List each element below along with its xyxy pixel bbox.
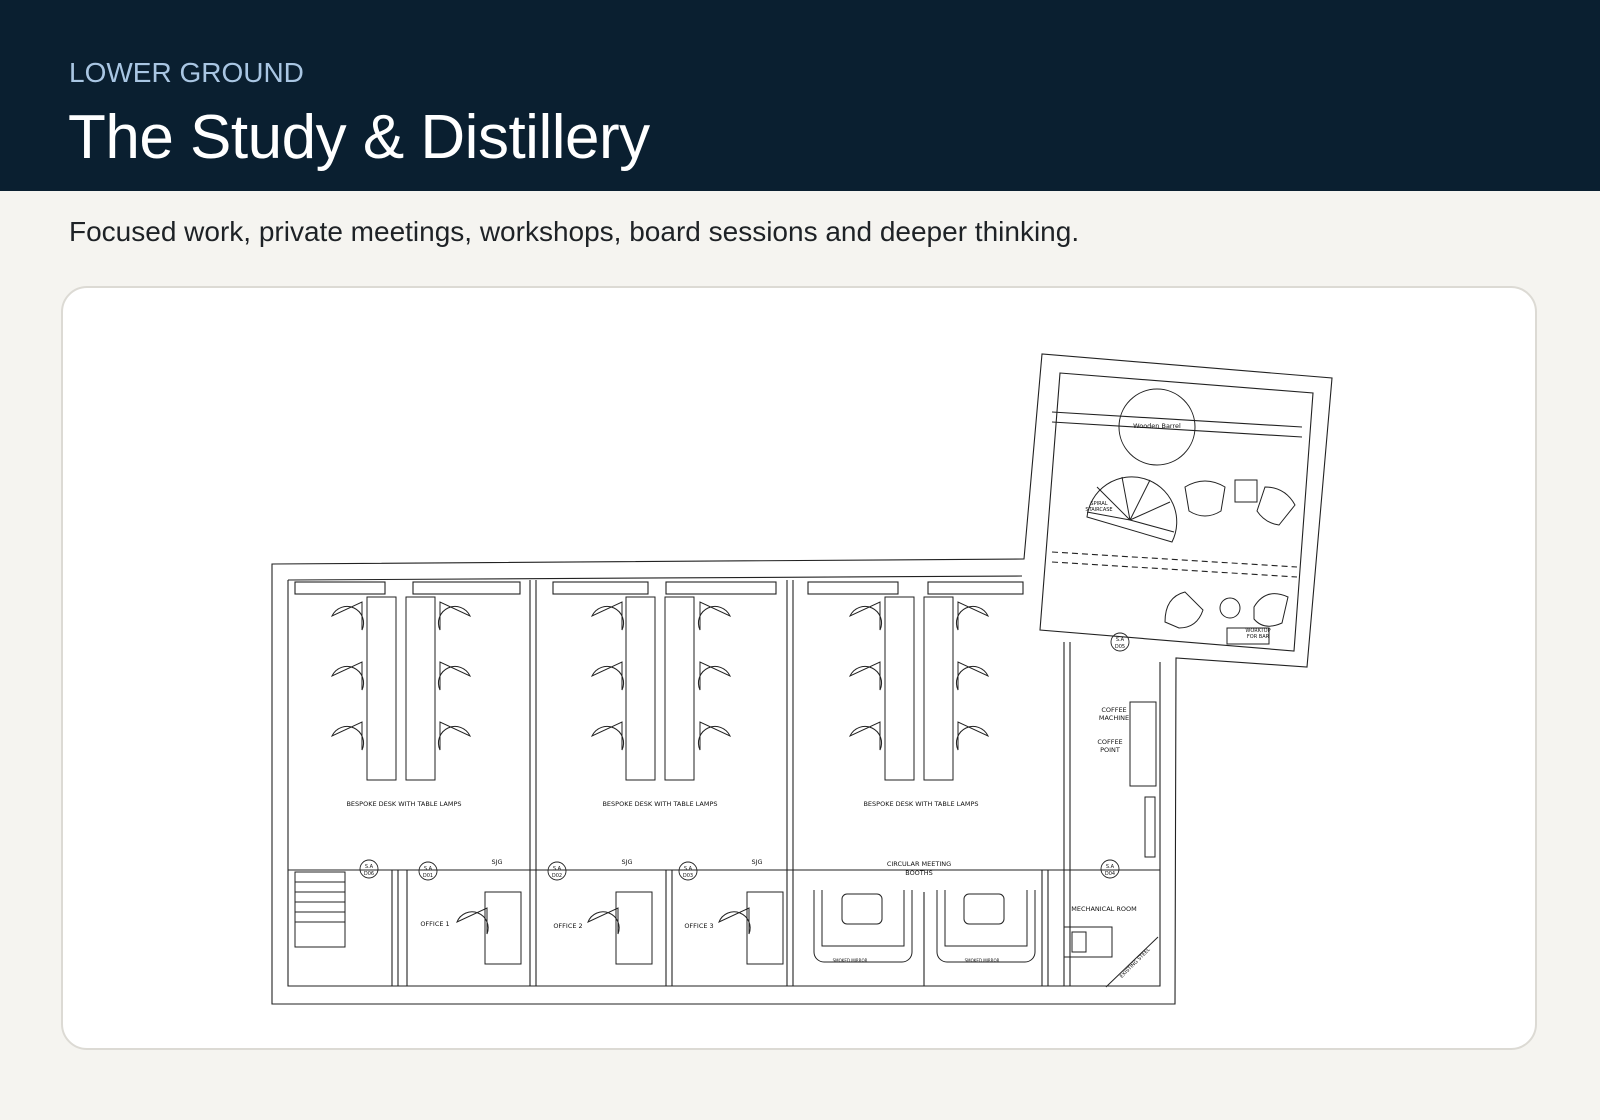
desks: [366, 596, 954, 965]
smoked-mirror-label-2: SMOKED MIRROR: [965, 958, 1000, 963]
coffee-machine-label-1: COFFEE: [1101, 706, 1126, 714]
wooden-barrel-label: Wooden Barrel: [1133, 422, 1181, 430]
plan-walls: [271, 353, 1333, 1005]
door-tag-d05: D05: [1115, 644, 1125, 650]
sjg-label-1: SJG: [491, 858, 502, 866]
sjg-label-2: SJG: [621, 858, 632, 866]
staircase-label: STAIRCASE: [1085, 507, 1112, 513]
door-tag-sa-6: S.A: [1116, 637, 1125, 643]
floor-label: LOWER GROUND: [69, 57, 304, 88]
coffee-point-label-2: POINT: [1100, 746, 1120, 754]
coffee-machine-label-2: MACHINE: [1099, 714, 1129, 722]
mechanical-room-label: MECHANICAL ROOM: [1071, 905, 1136, 913]
office-1-label: OFFICE 1: [420, 920, 449, 928]
door-tag-sa-3: S.A: [553, 866, 562, 872]
floor-plan-card: BESPOKE DESK WITH TABLE LAMPS BESPOKE DE…: [61, 286, 1537, 1050]
door-tag-sa-4: S.A: [684, 866, 693, 872]
desk-label-2: BESPOKE DESK WITH TABLE LAMPS: [602, 800, 717, 808]
door-tag-d04: D04: [1105, 871, 1115, 877]
door-tag-d06: D06: [364, 871, 374, 877]
existing-steel-label: EXISTING STEEL: [1119, 947, 1152, 980]
door-tag-sa-1: S.A: [365, 864, 374, 870]
smoked-mirror-label-1: SMOKED MIRROR: [833, 958, 868, 963]
door-tag-d03: D03: [683, 873, 693, 879]
desk-label-3: BESPOKE DESK WITH TABLE LAMPS: [863, 800, 978, 808]
door-tag-sa-2: S.A: [424, 866, 433, 872]
booths-label-1: CIRCULAR MEETING: [887, 860, 951, 868]
door-tag-sa-5: S.A: [1106, 864, 1115, 870]
coffee-point-label-1: COFFEE: [1097, 738, 1122, 746]
office-3-label: OFFICE 3: [684, 922, 713, 930]
door-tag-d01: D01: [423, 873, 433, 879]
header-banner: LOWER GROUND The Study & Distillery: [0, 0, 1600, 191]
sjg-label-3: SJG: [751, 858, 762, 866]
worktop-label-2: FOR BAR: [1247, 634, 1270, 640]
floor-plan: BESPOKE DESK WITH TABLE LAMPS BESPOKE DE…: [271, 353, 1333, 1005]
office-2-label: OFFICE 2: [553, 922, 582, 930]
page-title: The Study & Distillery: [68, 103, 650, 172]
page-subtitle: Focused work, private meetings, workshop…: [69, 216, 1080, 247]
door-tag-d02: D02: [552, 873, 562, 879]
booths-label-2: BOOTHS: [905, 869, 933, 877]
desk-label-1: BESPOKE DESK WITH TABLE LAMPS: [346, 800, 461, 808]
door-tags: S.A D06 S.A D01 S.A D02 S.A D03 S.A D04 …: [359, 632, 1130, 881]
chairs: [294, 388, 1296, 988]
